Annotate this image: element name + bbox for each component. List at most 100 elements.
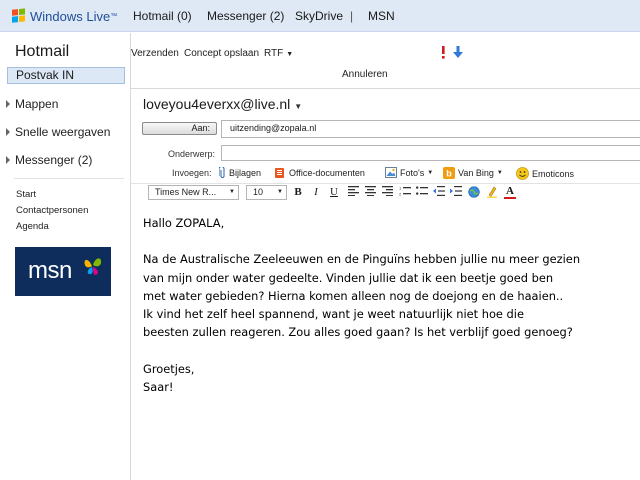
insert-attachments-button[interactable]: Bijlagen	[219, 167, 261, 179]
cancel-button[interactable]: Annuleren	[342, 69, 388, 80]
message-body[interactable]: Hallo ZOPALA, Na de Australische Zeeleeu…	[143, 214, 623, 396]
sidebar-group-messenger[interactable]: Messenger (2)	[6, 153, 92, 167]
format-dropdown[interactable]: RTF ▼	[264, 48, 293, 59]
align-left-icon[interactable]	[347, 186, 359, 199]
nav-skydrive[interactable]: SkyDrive	[295, 9, 343, 23]
chevron-down-icon: ▼	[427, 169, 434, 176]
sidebar-title[interactable]: Hotmail	[15, 43, 69, 61]
sidebar-group-label: Mappen	[15, 97, 59, 111]
body-line: Hallo ZOPALA,	[143, 216, 225, 230]
expand-triangle-icon	[6, 156, 10, 164]
format-label: RTF	[264, 48, 284, 59]
from-account-selector[interactable]: loveyou4everxx@live.nl ▼	[143, 96, 302, 112]
smiley-icon	[516, 167, 529, 180]
nav-separator: |	[350, 9, 354, 23]
insert-emoticons-button[interactable]: Emoticons	[516, 167, 574, 180]
msn-ad-logo[interactable]: msn	[15, 247, 111, 296]
trademark: ™	[110, 12, 118, 20]
body-line: van mijn onder water gedeelte. Vinden ju…	[143, 270, 554, 285]
compose-form: loveyou4everxx@live.nl ▼ Aan: uitzending@…	[131, 88, 640, 480]
sidebar-item-inbox[interactable]: Postvak IN	[7, 67, 125, 84]
font-family-select[interactable]: Times New R... ▼	[148, 185, 239, 200]
subject-input[interactable]	[221, 145, 640, 161]
bulleted-list-icon[interactable]	[416, 186, 428, 199]
insert-from-bing-button[interactable]: b Van Bing ▼	[443, 167, 503, 179]
brand-name: Windows Live	[30, 8, 111, 24]
bold-icon[interactable]: B	[292, 186, 304, 199]
from-address: loveyou4everxx@live.nl	[143, 96, 291, 112]
chevron-down-icon: ▼	[277, 189, 283, 195]
increase-indent-icon[interactable]	[450, 186, 462, 199]
insert-item-label: Office-documenten	[289, 168, 365, 178]
body-line: Na de Australische Zeeleeuwen en de Ping…	[143, 252, 581, 267]
chevron-down-icon: ▼	[294, 102, 303, 111]
sidebar-link-agenda[interactable]: Agenda	[16, 221, 49, 232]
sidebar-divider	[14, 178, 124, 179]
sidebar-group-label: Messenger (2)	[15, 153, 93, 167]
align-right-icon[interactable]	[381, 186, 393, 199]
insert-item-label: Foto's	[400, 167, 425, 178]
insert-photos-button[interactable]: Foto's ▼	[385, 167, 433, 178]
align-center-icon[interactable]	[364, 186, 376, 199]
insert-item-label: Bijlagen	[229, 168, 262, 178]
svg-text:2: 2	[399, 192, 402, 197]
insert-bar: Invoegen: Bijlagen Office-documenten Fot…	[131, 166, 640, 182]
photo-icon	[385, 167, 397, 178]
body-line: met water gebieden? Hierna komen alleen …	[143, 288, 564, 303]
expand-triangle-icon	[6, 128, 10, 136]
svg-text:b: b	[446, 169, 452, 179]
nav-hotmail[interactable]: Hotmail (0)	[133, 9, 192, 23]
insert-label: Invoegen:	[172, 168, 212, 178]
msn-logo-text: msn	[28, 257, 72, 284]
to-button[interactable]: Aan:	[142, 122, 217, 135]
insert-office-documents-button[interactable]: Office-documenten	[275, 167, 365, 179]
font-size-value: 10	[253, 187, 264, 197]
insert-link-icon[interactable]	[468, 186, 480, 199]
font-size-select[interactable]: 10 ▼	[246, 185, 287, 200]
decrease-indent-icon[interactable]	[433, 186, 445, 199]
body-line: beesten zullen reageren. Zou alles goed …	[143, 325, 573, 340]
butterfly-icon	[84, 258, 102, 275]
to-field[interactable]: uitzending@zopala.nl	[221, 120, 640, 138]
body-line: Ik vind het zelf heel spannend, want je …	[143, 307, 524, 321]
nav-msn[interactable]: MSN	[368, 9, 395, 23]
sidebar-link-contacts[interactable]: Contactpersonen	[16, 205, 88, 216]
highlight-icon[interactable]	[486, 186, 498, 199]
sidebar-group-quick-views[interactable]: Snelle weergaven	[6, 125, 110, 139]
recipient-address[interactable]: uitzending@zopala.nl	[230, 123, 316, 133]
insert-item-label: Emoticons	[532, 168, 575, 179]
formatting-toolbar: Times New R... ▼ 10 ▼ B I U 12 A	[144, 185, 640, 203]
underline-icon[interactable]: U	[328, 186, 340, 199]
top-navigation-bar: Windows Live ™ Hotmail (0) Messenger (2) …	[0, 0, 640, 32]
insert-item-label: Van Bing	[458, 168, 494, 178]
windows-flag-icon	[12, 8, 26, 23]
font-family-value: Times New R...	[155, 187, 217, 197]
importance-high-icon[interactable]	[439, 46, 447, 59]
bing-icon: b	[443, 167, 455, 179]
chevron-down-icon: ▼	[229, 189, 235, 195]
office-document-icon	[275, 168, 284, 178]
nav-messenger[interactable]: Messenger (2)	[207, 9, 284, 23]
chevron-down-icon: ▼	[496, 170, 503, 176]
body-line: Saar!	[143, 379, 174, 394]
expand-triangle-icon	[6, 100, 10, 108]
save-draft-button[interactable]: Concept opslaan	[184, 48, 259, 59]
italic-icon[interactable]: I	[310, 186, 322, 199]
windows-live-logo[interactable]: Windows Live ™	[12, 8, 117, 24]
divider	[131, 183, 640, 184]
paperclip-icon	[219, 167, 225, 178]
subject-label: Onderwerp:	[168, 149, 216, 159]
body-line: Groetjes,	[143, 361, 195, 376]
send-button[interactable]: Verzenden	[131, 48, 179, 59]
sidebar: Hotmail Postvak IN Mappen Snelle weergav…	[0, 33, 131, 480]
sidebar-link-start[interactable]: Start	[16, 189, 36, 200]
chevron-down-icon: ▼	[286, 51, 294, 58]
importance-low-icon[interactable]	[453, 46, 463, 59]
sidebar-group-label: Snelle weergaven	[15, 125, 111, 139]
numbered-list-icon[interactable]: 12	[399, 186, 411, 199]
compose-toolbar: Verzenden Concept opslaan RTF ▼ Annuleren	[131, 33, 640, 87]
sidebar-group-folders[interactable]: Mappen	[6, 97, 58, 111]
font-color-icon[interactable]: A	[504, 186, 516, 199]
